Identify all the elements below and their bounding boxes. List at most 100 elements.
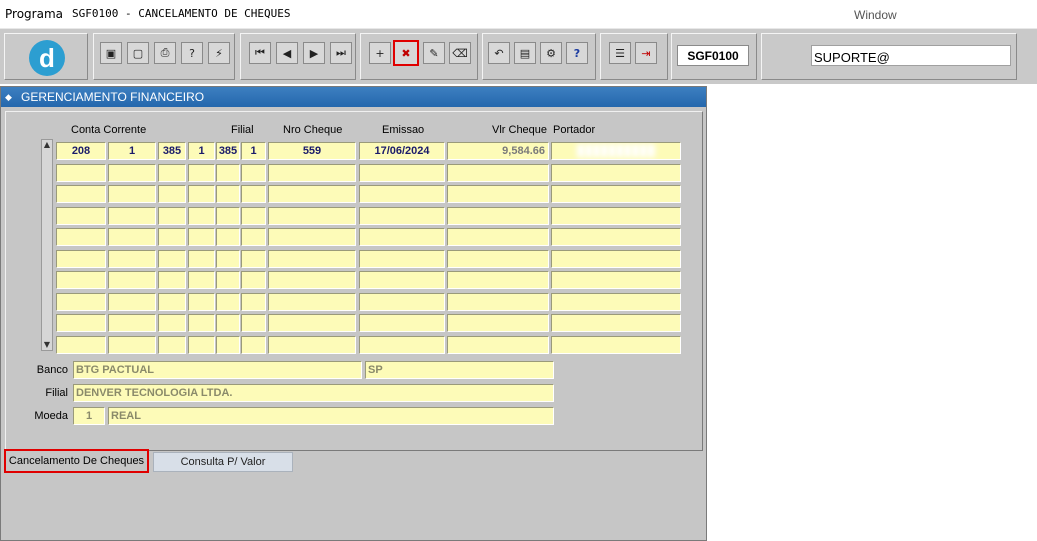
grid-cell-portador[interactable]: ██████████	[551, 142, 681, 160]
grid-scrollbar[interactable]: ▲ ▼	[41, 139, 53, 351]
menu-window[interactable]: Window	[854, 8, 897, 22]
grid-cell-emissao[interactable]	[359, 314, 445, 332]
grid-cell-seq2[interactable]	[241, 249, 266, 268]
banco-name-field[interactable]: BTG PACTUAL	[73, 361, 362, 379]
grid-cell-portador[interactable]	[551, 271, 681, 289]
grid-cell-vlr-cheque[interactable]	[447, 314, 549, 332]
grid-cell-seq[interactable]	[188, 206, 215, 225]
clear-record-button[interactable]: ⌫	[449, 42, 471, 64]
grid-cell-portador[interactable]	[551, 163, 681, 182]
print-button[interactable]: ⎙	[154, 42, 176, 64]
menu-programa[interactable]: Programa	[5, 7, 63, 21]
last-record-button[interactable]: ⏭	[330, 42, 352, 64]
grid-cell-banco2[interactable]	[216, 271, 240, 289]
save-button[interactable]: ▣	[100, 42, 122, 64]
grid-cell-portador[interactable]	[551, 228, 681, 246]
grid-cell-portador[interactable]	[551, 335, 681, 354]
delete-record-button[interactable]: ✖	[393, 40, 419, 66]
grid-cell-banco2[interactable]	[216, 206, 240, 225]
grid-cell-nro-cheque[interactable]	[268, 249, 356, 268]
grid-cell-seq[interactable]	[188, 228, 215, 246]
previous-record-button[interactable]: ◀	[276, 42, 298, 64]
grid-cell-banco2[interactable]: 385	[216, 142, 240, 160]
undo-button[interactable]: ↶	[488, 42, 510, 64]
grid-cell-nro-cheque[interactable]: 559	[268, 142, 356, 160]
grid-cell-banco[interactable]	[158, 292, 186, 311]
next-record-button[interactable]: ▶	[303, 42, 325, 64]
grid-cell-nro-cheque[interactable]	[268, 185, 356, 203]
tab-cancelamento-de-cheques[interactable]: Cancelamento De Cheques	[4, 449, 149, 473]
tab-consulta-por-valor[interactable]: Consulta P/ Valor	[153, 452, 293, 472]
grid-cell-nro-cheque[interactable]	[268, 163, 356, 182]
grid-cell-banco2[interactable]	[216, 292, 240, 311]
grid-cell-banco[interactable]	[158, 314, 186, 332]
grid-cell-nro-cheque[interactable]	[268, 228, 356, 246]
grid-cell-vlr-cheque[interactable]	[447, 206, 549, 225]
screen-button[interactable]: ▢	[127, 42, 149, 64]
grid-cell-agencia[interactable]	[108, 163, 156, 182]
grid-cell-seq[interactable]	[188, 185, 215, 203]
grid-cell-banco[interactable]	[158, 335, 186, 354]
grid-cell-emissao[interactable]	[359, 206, 445, 225]
settings-button[interactable]: ⚙	[540, 42, 562, 64]
grid-cell-banco[interactable]	[158, 228, 186, 246]
grid-cell-agencia[interactable]	[108, 206, 156, 225]
grid-cell-banco[interactable]	[158, 206, 186, 225]
help-button[interactable]: ?	[566, 42, 588, 64]
edit-record-button[interactable]: ✎	[423, 42, 445, 64]
grid-cell-seq[interactable]: 1	[188, 142, 215, 160]
grid-cell-agencia[interactable]	[108, 292, 156, 311]
grid-cell-agencia[interactable]	[108, 271, 156, 289]
grid-cell-seq[interactable]	[188, 163, 215, 182]
grid-cell-seq2[interactable]: 1	[241, 142, 266, 160]
grid-cell-conta[interactable]	[56, 271, 106, 289]
grid-cell-banco[interactable]	[158, 185, 186, 203]
moeda-code-field[interactable]: 1	[73, 407, 105, 425]
grid-cell-seq2[interactable]	[241, 163, 266, 182]
grid-cell-portador[interactable]	[551, 292, 681, 311]
grid-cell-emissao[interactable]	[359, 249, 445, 268]
grid-cell-nro-cheque[interactable]	[268, 206, 356, 225]
list-button[interactable]: ▤	[514, 42, 536, 64]
grid-cell-banco2[interactable]	[216, 335, 240, 354]
banco-uf-field[interactable]: SP	[365, 361, 554, 379]
grid-cell-seq2[interactable]	[241, 335, 266, 354]
grid-cell-banco2[interactable]	[216, 228, 240, 246]
grid-cell-conta[interactable]: 208	[56, 142, 106, 160]
grid-cell-banco2[interactable]	[216, 185, 240, 203]
scroll-up-icon[interactable]: ▲	[42, 140, 52, 150]
grid-cell-banco[interactable]	[158, 249, 186, 268]
grid-cell-emissao[interactable]: 17/06/2024	[359, 142, 445, 160]
grid-cell-conta[interactable]	[56, 185, 106, 203]
grid-cell-seq2[interactable]	[241, 314, 266, 332]
menu-button[interactable]: ☰	[609, 42, 631, 64]
exit-button[interactable]: ⇥	[635, 42, 657, 64]
grid-cell-portador[interactable]	[551, 314, 681, 332]
grid-cell-agencia[interactable]	[108, 185, 156, 203]
grid-cell-vlr-cheque[interactable]	[447, 228, 549, 246]
grid-cell-banco[interactable]	[158, 163, 186, 182]
grid-cell-portador[interactable]	[551, 206, 681, 225]
grid-cell-seq2[interactable]	[241, 292, 266, 311]
grid-cell-emissao[interactable]	[359, 335, 445, 354]
grid-cell-conta[interactable]	[56, 314, 106, 332]
grid-cell-conta[interactable]	[56, 206, 106, 225]
grid-cell-agencia[interactable]	[108, 228, 156, 246]
window-menu-icon[interactable]: ◆	[5, 92, 15, 102]
grid-cell-emissao[interactable]	[359, 292, 445, 311]
grid-cell-portador[interactable]	[551, 249, 681, 268]
grid-cell-seq2[interactable]	[241, 271, 266, 289]
grid-cell-nro-cheque[interactable]	[268, 314, 356, 332]
grid-cell-agencia[interactable]	[108, 314, 156, 332]
insert-record-button[interactable]: +	[369, 42, 391, 64]
grid-cell-agencia[interactable]	[108, 335, 156, 354]
first-record-button[interactable]: ⏮	[249, 42, 271, 64]
grid-cell-emissao[interactable]	[359, 163, 445, 182]
grid-cell-seq[interactable]	[188, 292, 215, 311]
grid-cell-banco2[interactable]	[216, 249, 240, 268]
grid-cell-seq[interactable]	[188, 271, 215, 289]
grid-cell-vlr-cheque[interactable]	[447, 249, 549, 268]
grid-cell-vlr-cheque[interactable]	[447, 163, 549, 182]
grid-cell-conta[interactable]	[56, 228, 106, 246]
grid-cell-seq[interactable]	[188, 314, 215, 332]
